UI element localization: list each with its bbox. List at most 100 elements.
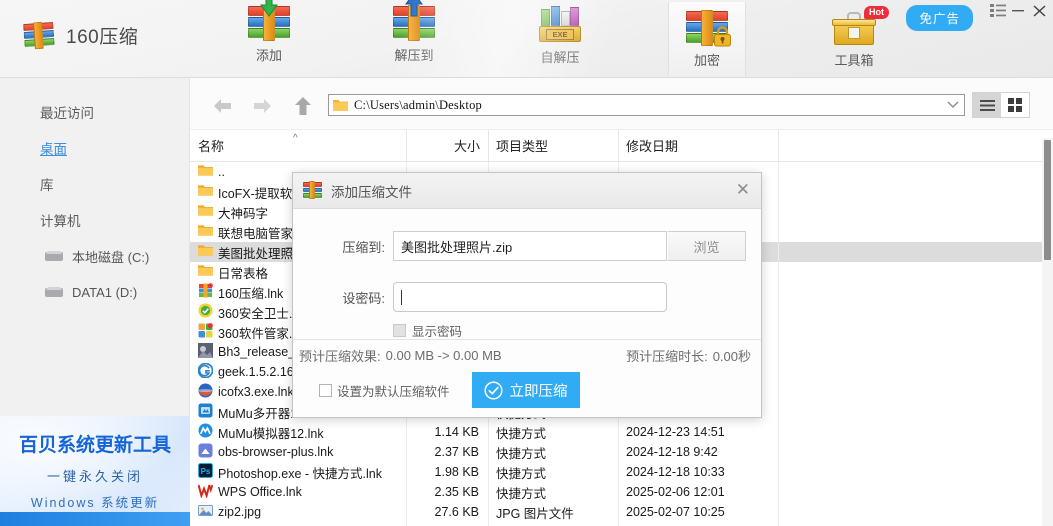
- sort-ascending-icon: ^: [293, 133, 298, 144]
- column-header-name[interactable]: 名称 ^: [190, 130, 406, 161]
- browse-button[interactable]: 浏览: [668, 231, 746, 261]
- cell-size: 2.37 KB: [434, 445, 479, 459]
- sidebar-item-label: DATA1 (D:): [72, 284, 138, 300]
- toolbar-button-extract[interactable]: 解压到: [375, 0, 453, 76]
- toolbox-icon: Hot: [832, 6, 889, 45]
- checkbox[interactable]: [393, 324, 406, 337]
- minimize-icon[interactable]: [1011, 4, 1025, 17]
- sidebar-item-label: 本地磁盘 (C:): [72, 249, 150, 265]
- archive-icon: [198, 283, 213, 301]
- cell-type: 快捷方式: [496, 426, 547, 441]
- compress-now-button[interactable]: 立即压缩: [471, 372, 580, 408]
- photoshop-icon: Ps: [198, 463, 213, 481]
- check-circle-icon: [483, 380, 503, 400]
- toolbar-button-label: 添加: [255, 48, 282, 63]
- action-row: 设置为默认压缩软件 立即压缩: [293, 372, 761, 408]
- svg-text:Ps: Ps: [201, 467, 211, 476]
- dialog-footer: 预计压缩效果: 0.00 MB -> 0.00 MB 预计压缩时长: 0.00秒…: [293, 339, 761, 417]
- target-input[interactable]: 美图批处理照片.zip: [393, 231, 667, 261]
- cell-size: 2.35 KB: [434, 485, 479, 499]
- cell-type: 快捷方式: [496, 486, 547, 501]
- sidebar-item-label: 最近访问: [40, 106, 94, 121]
- password-input[interactable]: [393, 282, 667, 312]
- file-grid-header: 名称 ^ 大小 项目类型 修改日期: [190, 130, 1047, 162]
- show-password-toggle[interactable]: 显示密码: [393, 321, 761, 340]
- cell-date: 2024-12-18 9:42: [626, 445, 718, 459]
- promo-title: 百贝系统更新工具: [18, 435, 171, 456]
- no-ads-button[interactable]: 免广告: [906, 5, 973, 31]
- password-row: 设密码:: [327, 282, 761, 312]
- column-label: 名称: [198, 139, 225, 154]
- file-name: MuMu模拟器12.lnk: [218, 426, 324, 441]
- close-icon[interactable]: ✕: [736, 181, 750, 199]
- obs-icon: [198, 443, 213, 461]
- app-brand: 160压缩: [23, 21, 138, 49]
- path-text: C:\Users\admin\Desktop: [354, 97, 483, 112]
- cell-size: 1.98 KB: [434, 465, 479, 479]
- sidebar: 最近访问 桌面 库 计算机 本地磁盘 (C:) DATA1 (D:) 百贝系统更…: [0, 78, 190, 526]
- target-label: 压缩到:: [342, 239, 385, 255]
- column-header-size[interactable]: 大小: [406, 130, 488, 161]
- arrow-right-icon[interactable]: [249, 94, 275, 118]
- list-view-button[interactable]: [973, 93, 1001, 117]
- file-name: obs-browser-plus.lnk: [218, 445, 334, 459]
- image-icon: [198, 503, 213, 521]
- duration-label: 预计压缩时长:: [626, 349, 708, 364]
- column-label: 大小: [453, 139, 480, 154]
- duration-value: 0.00秒: [712, 349, 751, 364]
- sidebar-item-drive-d[interactable]: DATA1 (D:): [0, 274, 189, 310]
- menu-list-icon[interactable]: [990, 4, 1006, 17]
- cell-size: 1.14 KB: [434, 425, 479, 439]
- toolbar-button-encrypt[interactable]: 加密: [668, 2, 746, 76]
- cell-name: WPS Office.lnk: [190, 483, 406, 501]
- lock-icon: [714, 26, 731, 47]
- game-icon: [198, 343, 213, 361]
- toolbar-button-sfx[interactable]: EXE 自解压: [521, 2, 599, 76]
- sidebar-item-recent[interactable]: 最近访问: [0, 94, 189, 130]
- mumu-icon: [198, 423, 213, 441]
- chevron-down-icon[interactable]: [946, 100, 960, 110]
- cell-date: 2025-02-06 12:01: [626, 485, 725, 499]
- sidebar-item-computer[interactable]: 计算机: [0, 202, 189, 238]
- file-name: geek.1.5.2.165: [218, 365, 301, 379]
- sidebar-item-library[interactable]: 库: [0, 166, 189, 202]
- add-archive-dialog: 添加压缩文件 ✕ 压缩到: 美图批处理照片.zip 浏览 设密码: 显示密码 预…: [292, 172, 762, 418]
- promo-subtitle-2: Windows 系统更新: [30, 496, 160, 510]
- sidebar-item-drive-c[interactable]: 本地磁盘 (C:): [0, 238, 189, 274]
- sfx-exe-icon: EXE: [539, 6, 581, 42]
- folder-icon: [198, 223, 213, 241]
- folder-icon: [198, 243, 213, 261]
- sidebar-item-desktop[interactable]: 桌面: [0, 130, 189, 166]
- folder-icon: [198, 183, 213, 201]
- close-icon[interactable]: [1032, 4, 1047, 18]
- folder-icon: [198, 263, 213, 281]
- checkbox[interactable]: [319, 383, 332, 397]
- archive-icon: [23, 21, 55, 49]
- path-input[interactable]: C:\Users\admin\Desktop: [328, 94, 965, 116]
- sidebar-item-label: 桌面: [40, 142, 67, 157]
- vertical-scrollbar-thumb[interactable]: [1044, 140, 1051, 260]
- archive-lock-icon: [686, 10, 731, 47]
- file-name: zip2.jpg: [218, 505, 262, 519]
- promo-banner[interactable]: 百贝系统更新工具 一键永久关闭 Windows 系统更新: [0, 416, 190, 526]
- hot-badge: Hot: [864, 6, 889, 19]
- default-app-toggle[interactable]: 设置为默认压缩软件: [319, 381, 450, 400]
- archive-extract-icon: [393, 0, 435, 41]
- arrow-up-icon: [405, 0, 423, 17]
- dialog-title: 添加压缩文件: [331, 184, 412, 200]
- compress-now-label: 立即压缩: [509, 383, 568, 400]
- wps-icon: [197, 483, 214, 501]
- grid-view-button[interactable]: [1001, 93, 1029, 117]
- cell-size: 27.6 KB: [434, 505, 479, 519]
- estimate-label: 预计压缩效果:: [299, 349, 381, 364]
- arrow-left-icon[interactable]: [210, 94, 236, 118]
- toolbar-button-label: 工具箱: [834, 53, 874, 68]
- drive-icon: [45, 250, 63, 261]
- password-label: 设密码:: [342, 290, 385, 306]
- toolbar-button-toolbox[interactable]: Hot 工具箱: [815, 2, 893, 76]
- column-header-date[interactable]: 修改日期: [618, 130, 778, 161]
- icofx-icon: [198, 383, 213, 401]
- toolbar-button-add[interactable]: 添加: [230, 0, 308, 76]
- arrow-up-icon[interactable]: [290, 94, 316, 118]
- column-header-type[interactable]: 项目类型: [488, 130, 618, 161]
